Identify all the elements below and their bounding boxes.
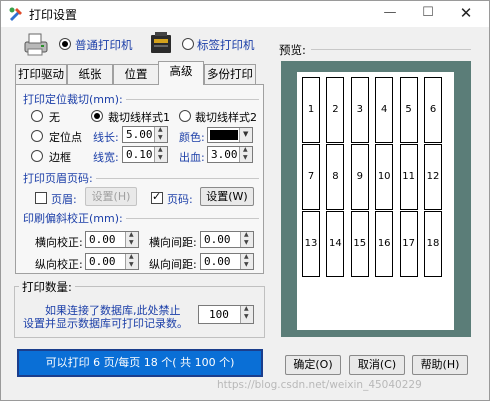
page-number-settings-button[interactable]: 设置(W) [200, 187, 254, 206]
preview-cell: 12 [424, 144, 442, 210]
cut-section-title: 打印定位裁切(mm): [23, 91, 126, 107]
window-title: 打印设置 [29, 8, 78, 22]
v-correct-value: 0.00 [89, 255, 116, 268]
line-width-label: 线宽: [93, 151, 119, 164]
v-gap-value: 0.00 [204, 255, 231, 268]
watermark-text: https://blog.csdn.net/weixin_45040229 [217, 379, 422, 391]
h-gap-spin-arrows[interactable] [240, 231, 253, 247]
line-color-dropdown[interactable] [207, 127, 253, 143]
print-count-stepper[interactable]: 100 [198, 305, 254, 324]
cut-point-radio[interactable] [31, 130, 43, 142]
print-settings-window: 打印设置 — ☐ ✕ 普通打印机 标签打印机 打印驱动 纸张 位置 高级 多份打… [0, 0, 490, 401]
tab-advanced[interactable]: 高级 [158, 61, 204, 85]
cut-style1-radio[interactable] [91, 110, 103, 122]
v-correct-stepper[interactable]: 0.00 [85, 253, 139, 270]
page-number-checkbox[interactable] [151, 190, 163, 204]
preview-cell: 4 [375, 77, 394, 143]
cut-style2-label: 裁切线样式2 [195, 111, 257, 124]
preview-cell: 7 [302, 144, 320, 210]
print-summary-status: 可以打印 6 页/每页 18 个( 共 100 个) [17, 349, 263, 377]
cut-style1-label: 裁切线样式1 [108, 111, 170, 124]
header-label: 页眉: [51, 193, 77, 206]
preview-divider [311, 49, 471, 50]
preview-cell: 2 [326, 77, 345, 143]
h-correct-spin-arrows[interactable] [125, 231, 138, 247]
cut-style2-radio[interactable] [179, 110, 191, 122]
maximize-button[interactable]: ☐ [411, 1, 445, 27]
cut-frame-radio[interactable] [31, 150, 43, 162]
preview-cell: 15 [350, 211, 369, 277]
ok-button[interactable]: 确定(O) [285, 355, 341, 375]
header-checkbox[interactable] [35, 192, 47, 204]
skew-section-title: 印刷偏斜校正(mm): [23, 210, 126, 226]
print-count-value: 100 [209, 308, 229, 321]
preview-cell: 3 [350, 77, 369, 143]
print-count-note-line2: 设置并显示数据库可打印记录数。 [23, 317, 188, 330]
color-label: 颜色: [179, 131, 205, 144]
line-width-spin-arrows[interactable] [154, 146, 167, 162]
print-count-spin-arrows[interactable] [240, 305, 253, 323]
minimize-button[interactable]: — [373, 1, 407, 27]
label-printer-radio[interactable] [182, 38, 194, 50]
preview-cell: 5 [399, 77, 418, 143]
h-correct-value: 0.00 [89, 233, 116, 246]
bleed-stepper[interactable]: 3.00 [207, 146, 253, 163]
v-correct-label: 纵向校正: [35, 258, 83, 271]
preview-cell: 8 [326, 144, 345, 210]
line-length-stepper[interactable]: 5.00 [122, 126, 168, 143]
title-bar: 打印设置 — ☐ ✕ [1, 1, 489, 27]
bleed-value: 3.00 [211, 148, 238, 161]
preview-cell: 18 [424, 211, 442, 277]
v-gap-spin-arrows[interactable] [240, 253, 253, 269]
line-length-spin-arrows[interactable] [154, 126, 167, 142]
app-settings-icon [9, 7, 22, 21]
cut-none-label: 无 [49, 111, 60, 124]
line-color-swatch [210, 130, 238, 140]
preview-label: 预览: [279, 43, 306, 57]
line-length-label: 线长: [93, 131, 119, 144]
close-button[interactable]: ✕ [449, 1, 483, 27]
cut-point-label: 定位点 [49, 131, 82, 144]
v-gap-label: 纵向间距: [149, 258, 197, 271]
normal-printer-label: 普通打印机 [75, 38, 133, 52]
cut-none-radio[interactable] [31, 110, 43, 122]
print-count-title: 打印数量: [19, 279, 75, 295]
preview-cell: 1 [302, 77, 320, 143]
cut-frame-label: 边框 [49, 151, 71, 164]
preview-cell: 11 [399, 144, 418, 210]
page-number-label: 页码: [167, 193, 193, 206]
tab-position[interactable]: 位置 [113, 64, 159, 84]
h-correct-label: 横向校正: [35, 236, 83, 249]
preview-cell: 17 [399, 211, 418, 277]
h-gap-value: 0.00 [204, 233, 231, 246]
line-width-value: 0.10 [126, 148, 153, 161]
preview-cell: 14 [326, 211, 345, 277]
line-length-value: 5.00 [126, 128, 153, 141]
label-printer-icon [151, 32, 171, 53]
tab-multi-copy[interactable]: 多份打印 [204, 64, 256, 84]
normal-printer-radio[interactable] [59, 38, 71, 50]
header-settings-button[interactable]: 设置(H) [85, 187, 137, 206]
line-width-stepper[interactable]: 0.10 [122, 146, 168, 163]
label-printer-label: 标签打印机 [197, 38, 255, 52]
preview-cell: 10 [375, 144, 394, 210]
h-gap-stepper[interactable]: 0.00 [200, 231, 254, 248]
inkjet-printer-icon [24, 33, 48, 56]
cancel-button[interactable]: 取消(C) [349, 355, 405, 375]
chevron-down-icon[interactable] [239, 128, 252, 142]
preview-cell: 16 [375, 211, 394, 277]
v-correct-spin-arrows[interactable] [125, 253, 138, 269]
preview-cell: 13 [302, 211, 320, 277]
bleed-label: 出血: [179, 151, 205, 164]
tab-paper[interactable]: 纸张 [67, 64, 113, 84]
preview-cell: 9 [350, 144, 369, 210]
h-gap-label: 横向间距: [149, 236, 197, 249]
preview-cell: 6 [424, 77, 442, 143]
header-footer-section-title: 打印页眉页码: [23, 170, 96, 186]
h-correct-stepper[interactable]: 0.00 [85, 231, 139, 248]
tab-print-driver[interactable]: 打印驱动 [15, 64, 67, 84]
bleed-spin-arrows[interactable] [239, 146, 252, 162]
help-button[interactable]: 帮助(H) [412, 355, 468, 375]
v-gap-stepper[interactable]: 0.00 [200, 253, 254, 270]
